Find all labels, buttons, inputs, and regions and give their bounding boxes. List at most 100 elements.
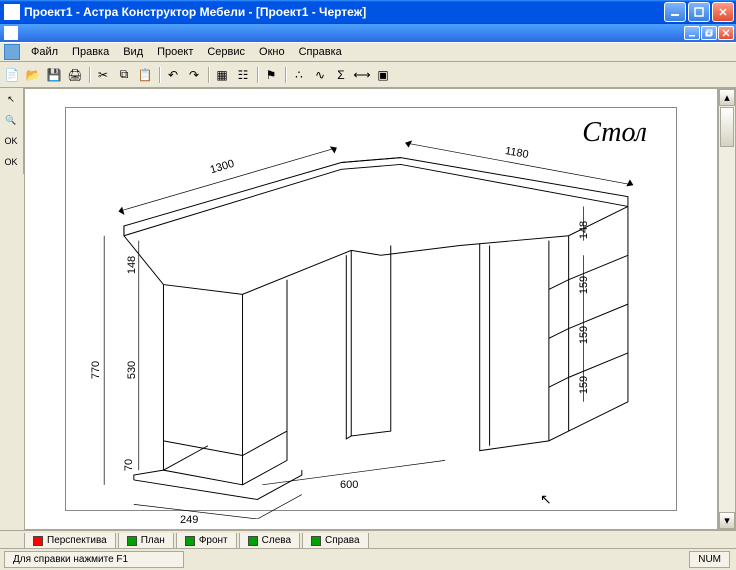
tab-label: Справа (325, 535, 360, 546)
tab-1[interactable]: План (118, 533, 174, 549)
toolbar-group-button[interactable]: ▣ (373, 65, 393, 85)
dim-600: 600 (340, 479, 358, 491)
toolbar-node-button[interactable]: ∴ (289, 65, 309, 85)
tab-3[interactable]: Слева (239, 533, 300, 549)
scroll-down-button[interactable]: ▾ (719, 512, 735, 529)
toolbar-tree-button[interactable]: ☷ (233, 65, 253, 85)
tab-label: План (141, 535, 165, 546)
dim-159-2: 159 (578, 326, 590, 344)
sum-icon: Σ (337, 68, 344, 82)
mdi-child-bar (0, 24, 736, 42)
dim-159-1: 159 (578, 276, 590, 294)
mouse-cursor-icon: ↖ (540, 491, 552, 508)
new-icon: 📄 (5, 68, 20, 82)
side-toolbar: ↖🔍OKOK (0, 88, 24, 174)
menu-вид[interactable]: Вид (116, 44, 150, 60)
scroll-up-button[interactable]: ▴ (719, 89, 735, 106)
tab-swatch-icon (33, 536, 43, 546)
system-menu-icon[interactable] (4, 44, 20, 60)
menu-справка[interactable]: Справка (292, 44, 349, 60)
view-tabs: Перспектива План Фронт Слева Справа (0, 530, 736, 548)
save-icon: 💾 (47, 68, 62, 82)
minimize-button[interactable] (664, 2, 686, 22)
dim-249: 249 (180, 514, 198, 526)
menubar: ФайлПравкаВидПроектСервисОкноСправка (0, 42, 736, 62)
sidetool-ok-button[interactable]: OK (1, 152, 21, 172)
child-restore-button[interactable] (701, 26, 717, 40)
menu-проект[interactable]: Проект (150, 44, 200, 60)
sidetool-ok-bold-button[interactable]: OK (1, 131, 21, 151)
open-icon: 📂 (26, 68, 41, 82)
tab-swatch-icon (185, 536, 195, 546)
dim-148-right: 148 (578, 221, 590, 239)
tab-swatch-icon (127, 536, 137, 546)
status-num: NUM (689, 551, 730, 568)
menu-файл[interactable]: Файл (24, 44, 65, 60)
status-help: Для справки нажмите F1 (4, 551, 184, 568)
group-icon: ▣ (377, 68, 388, 82)
dim-148-left: 148 (126, 256, 138, 274)
toolbar-cut-button[interactable]: ✂ (93, 65, 113, 85)
dim-770: 770 (90, 361, 102, 379)
toolbar-copy-button[interactable]: ⧉ (114, 65, 134, 85)
toolbar-link-button[interactable]: ∿ (310, 65, 330, 85)
toolbar-dim-button[interactable]: ⟷ (352, 65, 372, 85)
toolbar-paste-button[interactable]: 📋 (135, 65, 155, 85)
copy-icon: ⧉ (120, 67, 129, 82)
statusbar: Для справки нажмите F1 NUM (0, 548, 736, 570)
menu-сервис[interactable]: Сервис (200, 44, 252, 60)
toolbar-grid-button[interactable]: ▦ (212, 65, 232, 85)
node-icon: ∴ (295, 68, 303, 82)
drawing-canvas[interactable]: Стол 1300 1180 148 530 70 770 249 600 14… (24, 88, 718, 530)
menu-правка[interactable]: Правка (65, 44, 116, 60)
close-button[interactable] (712, 2, 734, 22)
dim-159-3: 159 (578, 376, 590, 394)
paste-icon: 📋 (138, 68, 153, 82)
tab-4[interactable]: Справа (302, 533, 369, 549)
grid-icon: ▦ (216, 68, 227, 82)
tab-label: Слева (262, 535, 291, 546)
cut-icon: ✂ (98, 68, 108, 82)
link-icon: ∿ (315, 68, 325, 82)
tab-swatch-icon (248, 536, 258, 546)
child-icon (4, 26, 18, 40)
toolbar-flag-button[interactable]: ⚑ (261, 65, 281, 85)
sidetool-cursor-button[interactable]: ↖ (1, 89, 21, 109)
vertical-scrollbar[interactable]: ▴ ▾ (718, 88, 736, 530)
toolbar-redo-button[interactable]: ↷ (184, 65, 204, 85)
dim-530: 530 (126, 361, 138, 379)
toolbar-open-button[interactable]: 📂 (23, 65, 43, 85)
maximize-button[interactable] (688, 2, 710, 22)
drawing-title: Стол (582, 117, 647, 149)
print-icon: 🖨 (67, 68, 82, 82)
titlebar: Проект1 - Астра Конструктор Мебели - [Пр… (0, 0, 736, 24)
toolbar-separator (86, 65, 92, 85)
tab-2[interactable]: Фронт (176, 533, 237, 549)
toolbar-separator (205, 65, 211, 85)
undo-icon: ↶ (168, 68, 178, 82)
page: Стол 1300 1180 148 530 70 770 249 600 14… (35, 99, 707, 519)
toolbar-save-button[interactable]: 💾 (44, 65, 64, 85)
flag-icon: ⚑ (266, 68, 277, 82)
menu-окно[interactable]: Окно (252, 44, 292, 60)
toolbar-undo-button[interactable]: ↶ (163, 65, 183, 85)
tree-icon: ☷ (238, 68, 249, 82)
tab-0[interactable]: Перспектива (24, 533, 116, 549)
scroll-thumb[interactable] (720, 107, 734, 147)
toolbar-separator (282, 65, 288, 85)
toolbar-separator (254, 65, 260, 85)
child-minimize-button[interactable] (684, 26, 700, 40)
sidetool-zoom-button[interactable]: 🔍 (1, 110, 21, 130)
redo-icon: ↷ (189, 68, 199, 82)
child-close-button[interactable] (718, 26, 734, 40)
tab-swatch-icon (311, 536, 321, 546)
furniture-drawing (35, 99, 707, 519)
dim-70: 70 (123, 459, 135, 471)
tab-label: Перспектива (47, 535, 107, 546)
toolbar-print-button[interactable]: 🖨 (65, 65, 85, 85)
window-title: Проект1 - Астра Конструктор Мебели - [Пр… (24, 5, 662, 19)
toolbar-row-1: 📄 📂 💾 🖨 ✂ ⧉ 📋 ↶ ↷ ▦ ☷ ⚑ ∴ ∿ Σ ⟷ ▣ (0, 62, 736, 88)
toolbar-new-button[interactable]: 📄 (2, 65, 22, 85)
toolbar-sum-button[interactable]: Σ (331, 65, 351, 85)
dim-icon: ⟷ (353, 68, 370, 82)
